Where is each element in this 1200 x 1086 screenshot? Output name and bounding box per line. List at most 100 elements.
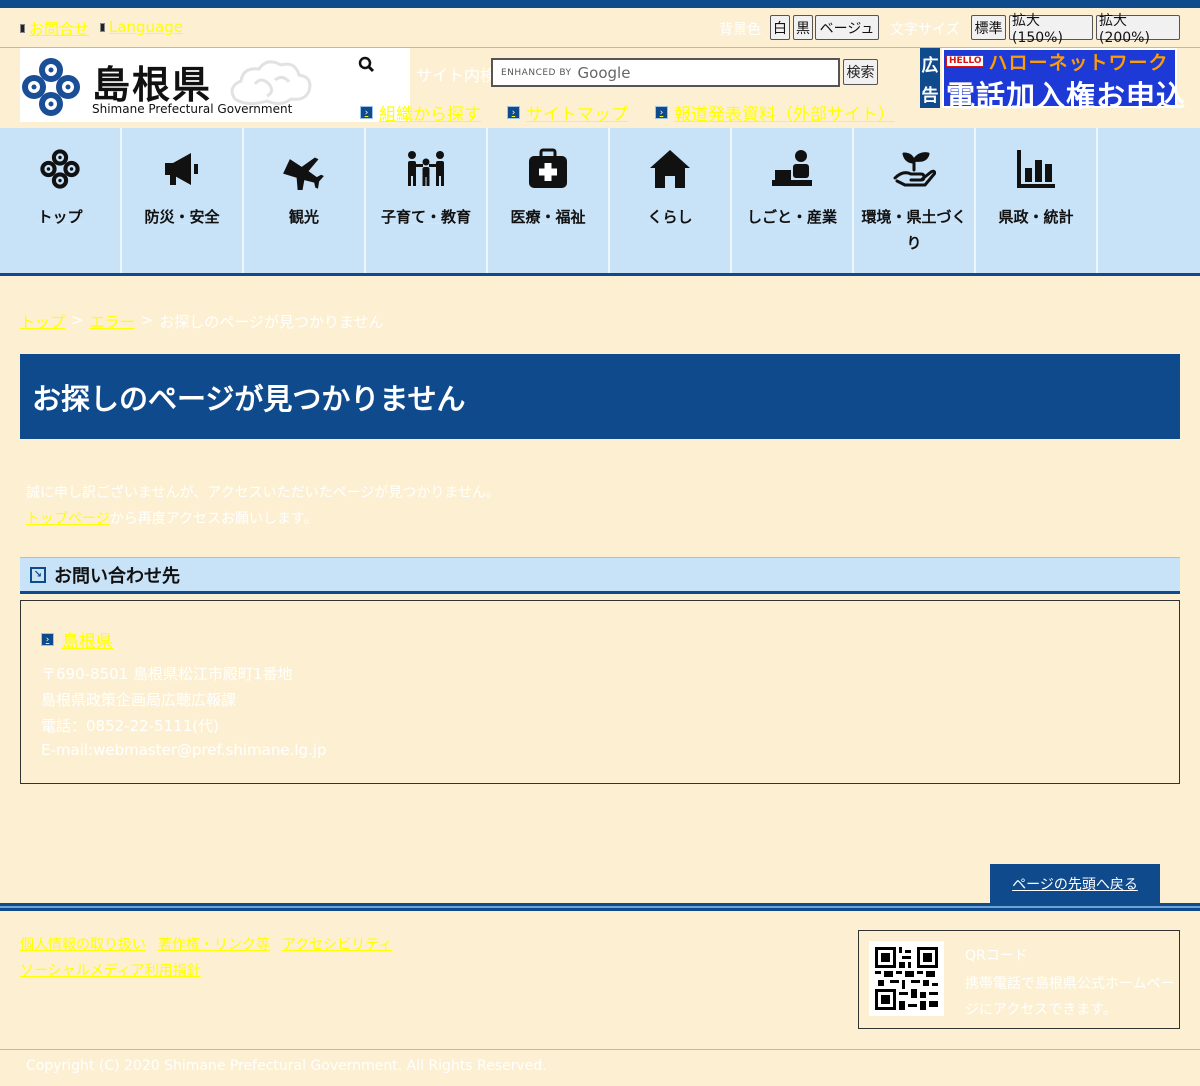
breadcrumb-current: お探しのページが見つかりません	[159, 313, 384, 331]
prefecture-emblem-icon	[22, 58, 80, 116]
gnav-item-statistics[interactable]: 県政・統計	[976, 128, 1098, 273]
breadcrumb-error-link[interactable]: エラー	[90, 311, 135, 332]
gnav-label: 環境・県土づくり	[861, 208, 967, 252]
contact-org-link[interactable]: › 島根県	[41, 627, 113, 652]
error-message-retry: トップページから再度アクセスお願いします。	[26, 508, 318, 528]
gnav-label: しごと・産業	[746, 208, 837, 226]
ad-banner[interactable]: HELLO ハローネットワーク 電話加入権お申込	[942, 48, 1185, 113]
footer-links-row: ソーシャルメディア利用指針	[20, 960, 201, 980]
sitemap-label: サイトマップ	[526, 105, 628, 125]
contact-address: 〒690-8501 島根県松江市殿町1番地	[41, 665, 293, 683]
press-release-link[interactable]: › 報道発表資料（外部サイト）	[655, 100, 895, 125]
ad-tag-char: 広	[921, 55, 939, 76]
family-icon	[403, 146, 449, 192]
ad-main-text: 電話加入権お申込	[946, 79, 1187, 113]
org-search-link[interactable]: › 組織から探す	[360, 100, 481, 125]
font-normal-button[interactable]: 標準	[971, 15, 1006, 40]
top-page-link[interactable]: トップページ	[26, 511, 110, 527]
megaphone-icon	[159, 146, 205, 192]
bg-white-button[interactable]: 白	[770, 15, 790, 40]
logo-title: 島根県	[92, 62, 213, 107]
arrow-right-icon: ›	[655, 106, 668, 119]
font-200-button[interactable]: 拡大(200%)	[1096, 13, 1180, 46]
sprout-hand-icon	[891, 146, 937, 192]
gnav-item-education[interactable]: 子育て・教育	[366, 128, 488, 273]
language-link[interactable]: Language	[100, 18, 183, 36]
contact-link-label: お問合せ	[29, 20, 90, 38]
accessibility-link[interactable]: アクセシビリティ	[282, 934, 392, 954]
airplane-icon	[281, 146, 327, 192]
gnav-item-industry[interactable]: しごと・産業	[732, 128, 854, 273]
copyright-divider	[0, 1049, 1200, 1050]
contact-heading-text: お問い合わせ先	[54, 565, 180, 587]
google-label: Google	[577, 63, 631, 82]
gnav-label: 観光	[288, 208, 319, 226]
breadcrumb-separator: >	[140, 311, 154, 329]
qr-code-box: QRコード 携帯電話で島根県公式ホームページにアクセスできます。	[858, 930, 1180, 1029]
search-icon	[358, 56, 375, 73]
arrow-right-icon: ›	[360, 106, 373, 119]
ad-tag-char: 告	[921, 85, 939, 106]
language-link-label: Language	[109, 18, 184, 36]
page-top-link[interactable]: ページの先頭へ戻る	[1012, 874, 1138, 894]
medical-kit-icon	[525, 146, 571, 192]
bg-color-label: 背景色	[719, 22, 761, 38]
global-nav: トップ 防災・安全 観光 子育て・教育 医療・福祉 くらし しごと・産業 環境・…	[0, 128, 1200, 276]
font-150-button[interactable]: 拡大(150%)	[1009, 13, 1093, 46]
worker-icon	[769, 146, 815, 192]
bg-beige-button[interactable]: ベージュ	[815, 15, 879, 40]
bar-chart-icon	[1013, 146, 1059, 192]
social-media-policy-link[interactable]: ソーシャルメディア利用指針	[20, 960, 201, 980]
press-release-label: 報道発表資料（外部サイト）	[674, 105, 895, 125]
gnav-label: くらし	[647, 208, 693, 226]
contact-box: › 島根県 〒690-8501 島根県松江市殿町1番地 島根県政策企画局広聴広報…	[20, 600, 1180, 784]
gnav-item-tourism[interactable]: 観光	[244, 128, 366, 273]
contact-heading-icon: ↘	[30, 566, 46, 583]
gnav-label: 子育て・教育	[380, 208, 471, 226]
ad-tag: 広 告	[920, 48, 940, 108]
gnav-label: 防災・安全	[144, 208, 220, 226]
org-search-label: 組織から探す	[379, 105, 481, 125]
gnav-item-safety[interactable]: 防災・安全	[122, 128, 244, 273]
breadcrumb: トップ > エラー > お探しのページが見つかりません	[20, 311, 383, 332]
enhanced-by-label: ENHANCED BY	[501, 67, 572, 78]
gnav-item-top[interactable]: トップ	[0, 128, 122, 273]
gnav-label: トップ	[37, 208, 83, 226]
search-button[interactable]: 検索	[843, 59, 878, 85]
shimane-logo-icon	[37, 146, 83, 192]
gnav-item-living[interactable]: くらし	[610, 128, 732, 273]
page-title: お探しのページが見つかりません	[20, 354, 1180, 439]
privacy-link[interactable]: 個人情報の取り扱い	[20, 934, 146, 954]
contact-org-label: 島根県	[62, 632, 113, 652]
breadcrumb-top-link[interactable]: トップ	[20, 311, 65, 332]
bg-black-button[interactable]: 黒	[793, 15, 813, 40]
ad-network-label: ハローネットワーク	[988, 51, 1169, 74]
search-input[interactable]: ENHANCED BY Google	[491, 58, 840, 87]
arrow-right-icon: ›	[507, 106, 520, 119]
cloud-pattern-icon	[230, 60, 312, 106]
qr-code-image	[869, 941, 944, 1016]
site-logo[interactable]: 島根県 Shimane Prefectural Government	[20, 48, 410, 122]
house-icon	[647, 146, 693, 192]
sitemap-link[interactable]: › サイトマップ	[507, 100, 628, 125]
gnav-item-medical[interactable]: 医療・福祉	[488, 128, 610, 273]
contact-email: E-mail:webmaster@pref.shimane.lg.jp	[41, 741, 327, 759]
bullet-icon	[20, 24, 25, 33]
contact-dept: 島根県政策企画局広聴広報課	[41, 691, 237, 709]
contact-link[interactable]: お問合せ	[20, 18, 89, 39]
top-accent-bar	[0, 0, 1200, 8]
contact-tel: 電話：0852-22-5111(代)	[41, 717, 219, 735]
qr-code-title: QRコード	[965, 948, 1028, 964]
qr-code-description: 携帯電話で島根県公式ホームページにアクセスできます。	[965, 976, 1175, 1018]
arrow-right-icon: ›	[41, 633, 54, 646]
copyright-link[interactable]: 著作権・リンク等	[158, 934, 270, 954]
breadcrumb-separator: >	[71, 311, 84, 329]
ad-hello-label: HELLO	[946, 55, 985, 67]
contact-heading: ↘ お問い合わせ先	[20, 557, 1180, 594]
copyright-text: Copyright (C) 2020 Shimane Prefectural G…	[26, 1058, 547, 1074]
gnav-label: 医療・福祉	[510, 208, 586, 226]
gnav-item-environment[interactable]: 環境・県土づくり	[854, 128, 976, 273]
footer-accent-stripe	[0, 906, 1200, 908]
font-size-label: 文字サイズ	[890, 22, 960, 38]
page-top-button: ページの先頭へ戻る	[990, 864, 1160, 904]
